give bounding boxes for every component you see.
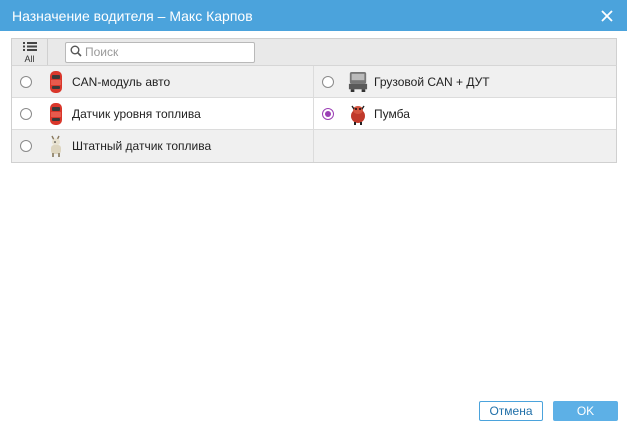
ok-button[interactable]: OK — [553, 401, 618, 421]
list-icon — [22, 40, 37, 54]
unit-radio[interactable] — [20, 75, 32, 88]
list-row: Датчик уровня топлива Пумба — [12, 98, 616, 130]
list-toolbar: All — [11, 38, 617, 66]
dialog-content: All Поиск CAN-модуль авто Грузовой CAN +… — [11, 38, 617, 163]
unit-name: Датчик уровня топлива — [72, 106, 201, 121]
unit-radio[interactable] — [20, 107, 32, 120]
assign-driver-dialog: Назначение водителя – Макс Карпов All По… — [0, 0, 627, 438]
unit-item[interactable]: Грузовой CAN + ДУТ — [314, 66, 616, 97]
cancel-button[interactable]: Отмена — [479, 401, 543, 421]
red-car-icon — [46, 70, 66, 94]
empty-cell — [314, 130, 616, 162]
unit-item[interactable]: Датчик уровня топлива — [12, 98, 314, 129]
select-all-label: All — [24, 54, 35, 64]
select-all-button[interactable]: All — [12, 39, 48, 65]
list-row: CAN-модуль авто Грузовой CAN + ДУТ — [12, 66, 616, 98]
warthog-icon — [348, 102, 368, 126]
unit-radio[interactable] — [20, 140, 32, 152]
unit-radio-selected[interactable] — [322, 107, 334, 120]
unit-item[interactable]: CAN-модуль авто — [12, 66, 314, 97]
dialog-title: Назначение водителя – Макс Карпов — [12, 7, 253, 24]
unit-item[interactable]: Штатный датчик топлива — [12, 130, 314, 162]
unit-name: Грузовой CAN + ДУТ — [374, 74, 490, 89]
dialog-titlebar: Назначение водителя – Макс Карпов — [0, 0, 627, 31]
search-input[interactable] — [85, 45, 245, 59]
unit-name: CAN-модуль авто — [72, 74, 171, 89]
search-box — [65, 41, 255, 63]
unit-list: CAN-модуль авто Грузовой CAN + ДУТ Датчи… — [11, 66, 617, 163]
dialog-footer: Отмена OK — [479, 401, 618, 421]
list-row: Штатный датчик топлива — [12, 130, 616, 162]
red-car-icon — [46, 102, 66, 126]
unit-item[interactable]: Пумба — [314, 98, 616, 129]
unit-name: Пумба — [374, 106, 410, 121]
goat-icon — [46, 134, 66, 158]
close-icon[interactable] — [599, 8, 615, 24]
truck-icon — [348, 70, 368, 94]
search-icon — [70, 45, 82, 60]
unit-name: Штатный датчик топлива — [72, 139, 212, 153]
unit-radio[interactable] — [322, 75, 334, 88]
